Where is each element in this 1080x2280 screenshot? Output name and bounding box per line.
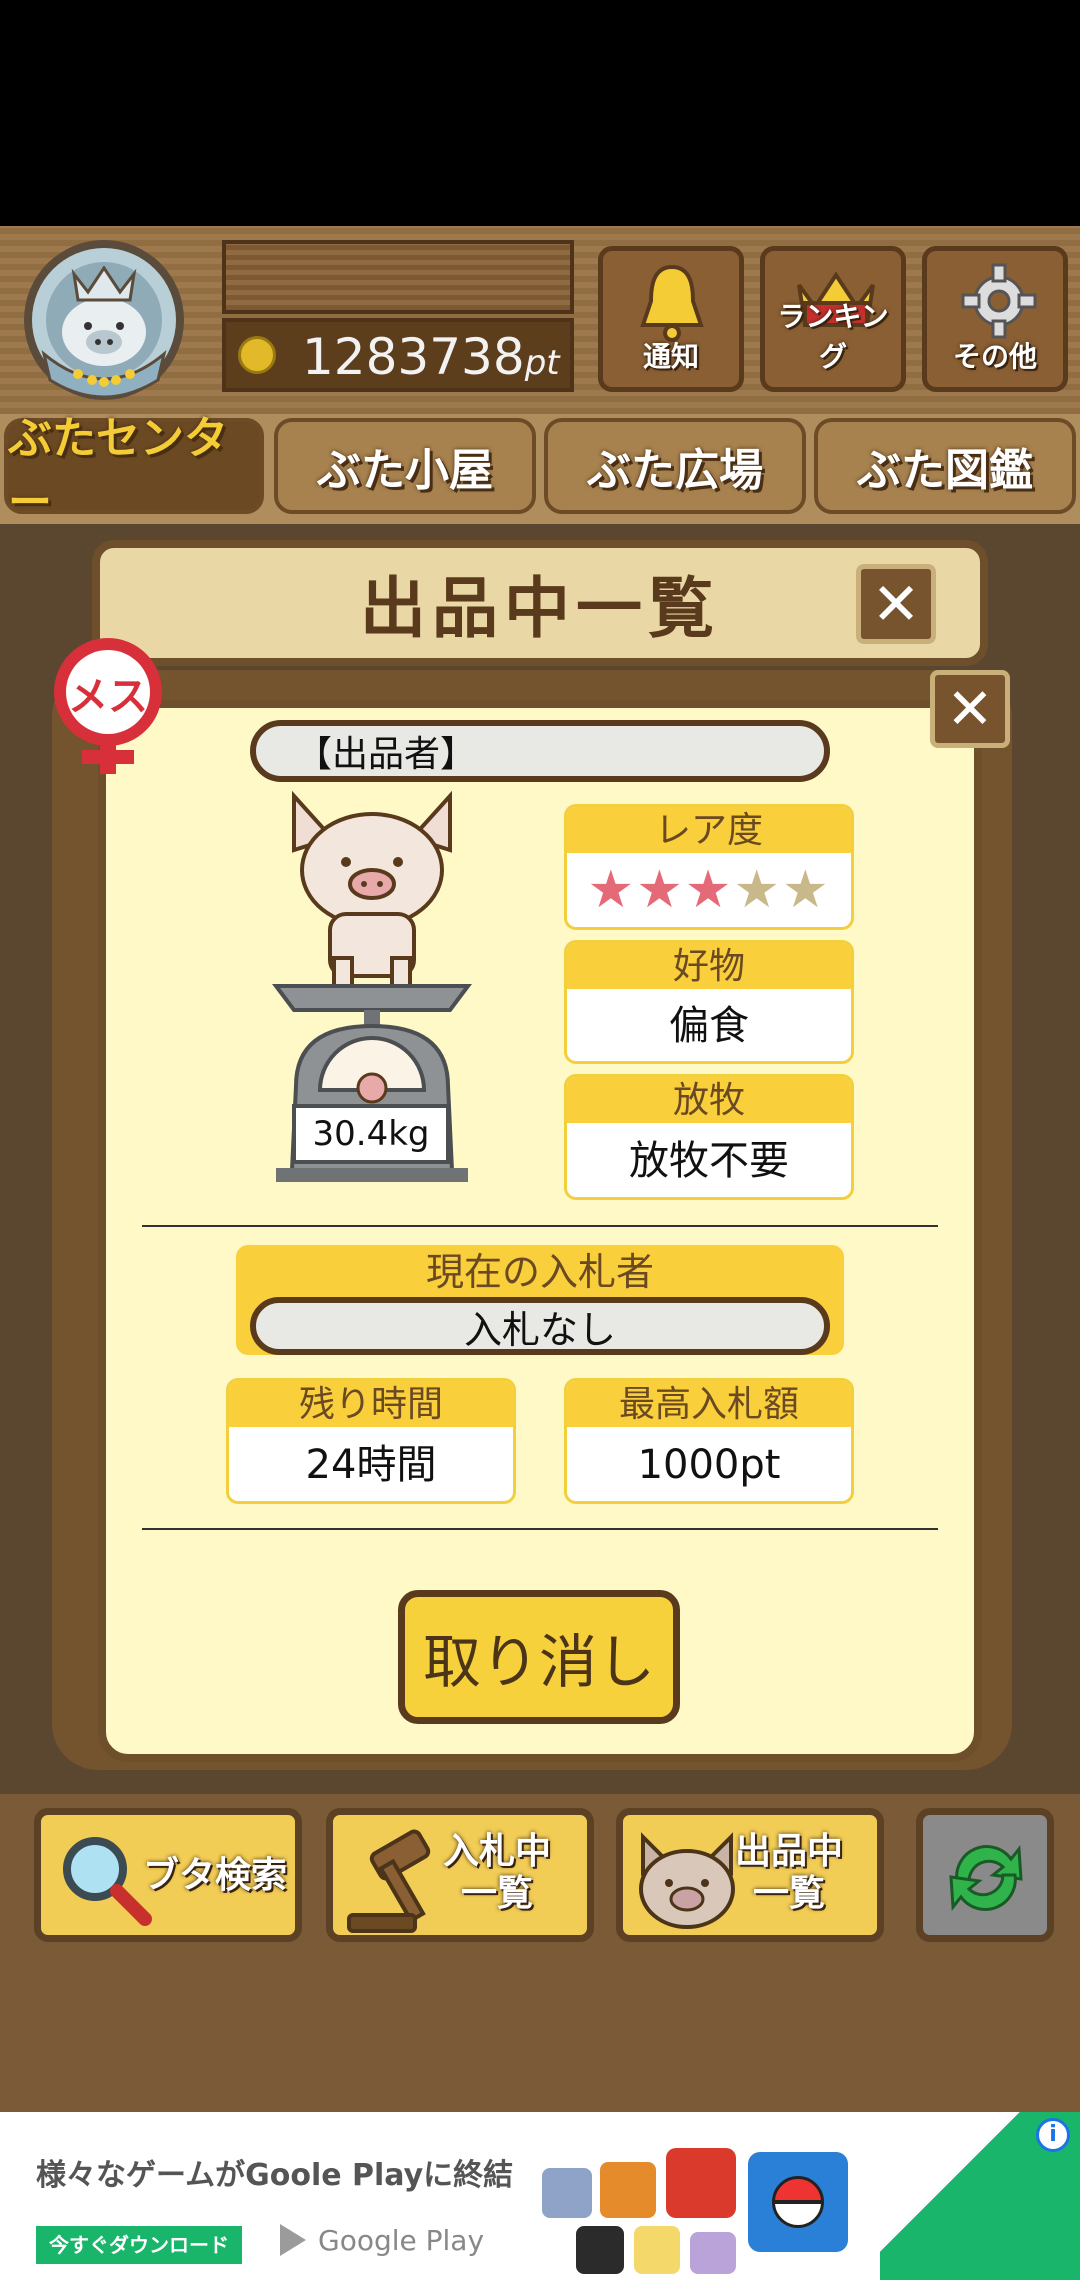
- name-plate: [222, 240, 574, 314]
- current-bidder-value: 入札なし: [463, 1307, 616, 1352]
- ranking-button[interactable]: ランキング: [760, 246, 906, 392]
- remaining-time-box: 残り時間 24時間: [226, 1378, 516, 1504]
- pig-search-label: ブタ検索: [143, 1855, 288, 1896]
- seller-label: 【出品者】: [296, 734, 477, 775]
- rarity-stars: ★★★★★: [567, 853, 851, 927]
- weight-display: 30.4kg: [292, 1104, 450, 1164]
- ad-info-icon[interactable]: i: [1036, 2118, 1070, 2152]
- cancel-listing-label: 取り消し: [422, 1628, 655, 1696]
- highest-bid-value: 1000pt: [637, 1442, 781, 1488]
- coin-icon: [238, 336, 276, 374]
- bidding-list-button[interactable]: 入札中 一覧: [326, 1808, 594, 1942]
- grazing-box: 放牧 放牧不要: [564, 1074, 854, 1200]
- tab-buta-hut[interactable]: ぶた小屋: [274, 418, 536, 514]
- current-bidder-field: 入札なし: [250, 1297, 830, 1355]
- game-icon: [634, 2226, 680, 2274]
- star-icon: ★: [733, 860, 782, 920]
- star-icon: ★: [636, 860, 685, 920]
- notification-button[interactable]: 通知: [598, 246, 744, 392]
- pokeball-game-icon: [748, 2152, 848, 2252]
- tab-buta-center[interactable]: ぶたセンター: [4, 413, 264, 528]
- google-play-label: Google Play: [318, 2223, 485, 2257]
- grazing-value: 放牧不要: [629, 1138, 789, 1184]
- cancel-listing-button[interactable]: 取り消し: [398, 1590, 680, 1724]
- pig-search-button[interactable]: ブタ検索: [34, 1808, 302, 1942]
- favorite-label: 好物: [567, 943, 851, 989]
- gear-icon: [961, 263, 1037, 339]
- highest-bid-box: 最高入札額 1000pt: [564, 1378, 854, 1504]
- game-icon: [600, 2162, 656, 2218]
- modal-title: 出品中一覧: [360, 570, 720, 647]
- tab-buta-plaza[interactable]: ぶた広場: [544, 418, 806, 514]
- female-badge: メス: [46, 634, 170, 780]
- weight-value: 30.4kg: [312, 1114, 430, 1154]
- star-icon: ★: [781, 860, 831, 920]
- ad-headline: 様々なゲームがGoole Playに終結: [36, 2158, 514, 2193]
- game-icon: [576, 2226, 624, 2274]
- divider: [142, 1225, 938, 1227]
- settings-label: その他: [952, 340, 1037, 373]
- female-label: メス: [68, 674, 148, 720]
- refresh-button[interactable]: [916, 1808, 1054, 1942]
- remaining-time-value: 24時間: [305, 1442, 437, 1488]
- refresh-icon: [949, 1845, 1023, 1911]
- gavel-icon: [347, 1829, 431, 1933]
- listing-list-label: 出品中 一覧: [735, 1831, 843, 1915]
- game-icon: [690, 2232, 736, 2274]
- game-icon: [666, 2148, 736, 2218]
- star-icon: ★: [587, 860, 637, 920]
- seller-field: 【出品者】: [250, 720, 830, 782]
- ranking-label: ランキング: [777, 300, 889, 373]
- tab-buta-encyclopedia[interactable]: ぶた図鑑: [814, 418, 1076, 514]
- notification-label: 通知: [642, 340, 699, 373]
- favorite-value: 偏食: [669, 1003, 749, 1049]
- google-play-logo: Google Play: [276, 2218, 484, 2262]
- close-icon: ✕: [871, 570, 921, 638]
- star-icon: ★: [684, 860, 734, 920]
- close-list-button[interactable]: ✕: [856, 564, 936, 644]
- grazing-label: 放牧: [567, 1077, 851, 1123]
- settings-button[interactable]: その他: [922, 246, 1068, 392]
- rarity-label: レア度: [567, 807, 851, 853]
- close-detail-button[interactable]: ✕: [930, 670, 1010, 748]
- listing-list-button[interactable]: 出品中 一覧: [616, 1808, 884, 1942]
- current-bidder-label: 現在の入札者: [425, 1250, 654, 1294]
- game-icon: [542, 2168, 592, 2218]
- divider: [142, 1528, 938, 1530]
- close-icon: ✕: [946, 676, 994, 742]
- ad-download-button[interactable]: 今すぐダウンロード: [36, 2226, 242, 2264]
- game-icons-cluster: [540, 2122, 860, 2278]
- rarity-box: レア度 ★★★★★: [564, 804, 854, 930]
- remaining-time-label: 残り時間: [229, 1381, 513, 1427]
- highest-bid-label: 最高入札額: [567, 1381, 851, 1427]
- points-value: 1283738: [302, 328, 525, 386]
- bidding-list-label-line2: 一覧: [461, 1873, 534, 1914]
- profile-emblem[interactable]: [18, 234, 190, 406]
- play-triangle-icon: [280, 2224, 306, 2256]
- bidding-list-label: 入札中 一覧: [443, 1831, 551, 1915]
- favorite-box: 好物 偏食: [564, 940, 854, 1064]
- points-unit: pt: [524, 343, 560, 383]
- pig-face-icon: [639, 1832, 735, 1929]
- bidding-list-label-line1: 入札中: [443, 1831, 552, 1872]
- bell-icon: [640, 264, 704, 342]
- listing-list-label-line1: 出品中: [735, 1831, 844, 1872]
- points-plate: 1283738pt: [222, 318, 574, 392]
- listing-list-label-line2: 一覧: [753, 1873, 826, 1914]
- ad-banner[interactable]: 様々なゲームがGoole Playに終結 今すぐダウンロード Google Pl…: [0, 2112, 1080, 2280]
- magnifier-icon: [63, 1837, 152, 1926]
